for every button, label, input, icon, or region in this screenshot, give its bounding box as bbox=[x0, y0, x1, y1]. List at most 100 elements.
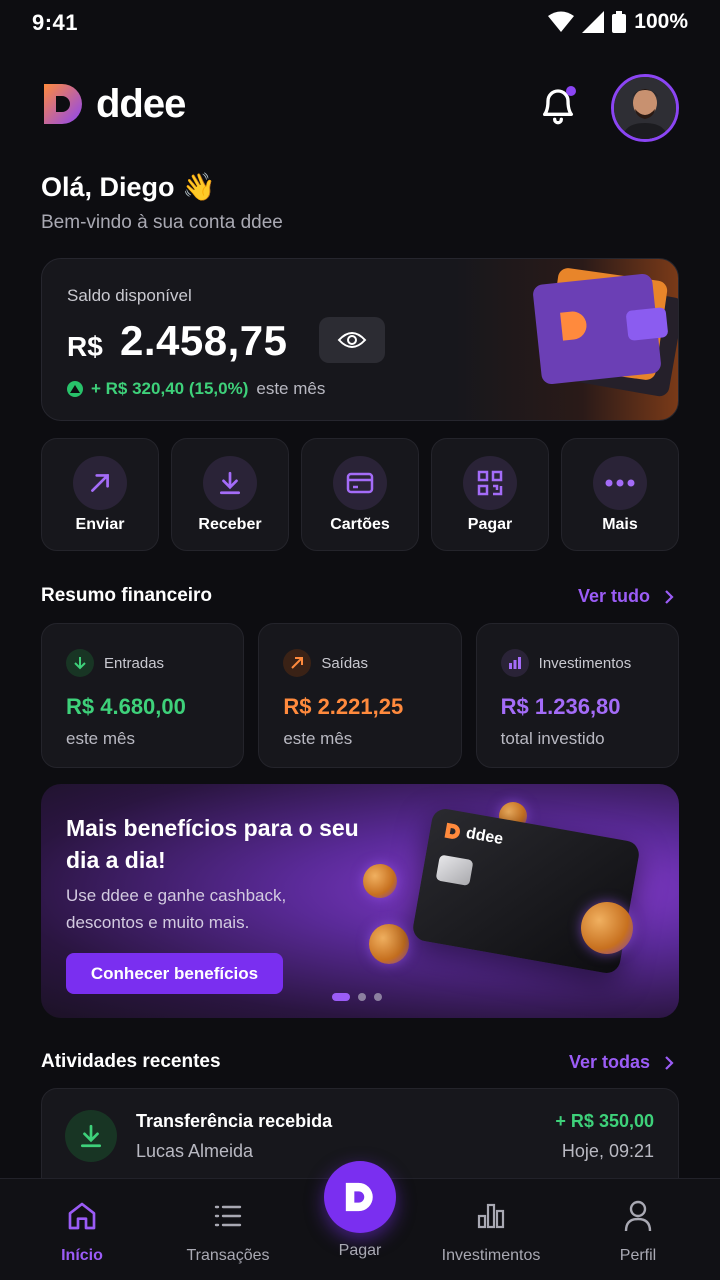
chevron-right-icon bbox=[665, 589, 674, 604]
activity-title: Transferência recebida bbox=[136, 1111, 333, 1131]
action-receive-label: Receber bbox=[198, 516, 262, 533]
ddee-logo-icon bbox=[444, 822, 460, 839]
financial-summary: Entradas R$ 4.680,00 este mês Saídas R$ … bbox=[41, 623, 679, 768]
balance-value: 2.458,75 bbox=[120, 317, 288, 364]
home-icon bbox=[17, 1197, 147, 1235]
status-icons: 100% bbox=[548, 10, 688, 34]
carousel-dots[interactable] bbox=[332, 993, 382, 1001]
eye-icon bbox=[337, 332, 367, 348]
ddee-logo-icon bbox=[44, 84, 82, 124]
summary-expenses-sub: este mês bbox=[283, 729, 353, 748]
balance-change: + R$ 320,40 (15,0%) este mês bbox=[67, 379, 325, 399]
brand-name: ddee bbox=[96, 81, 186, 126]
app-header: ddee bbox=[40, 74, 680, 142]
balance-label: Saldo disponível bbox=[67, 286, 192, 305]
pay-fab-button[interactable] bbox=[324, 1161, 396, 1233]
summary-card-investments[interactable]: Investimentos R$ 1.236,80 total investid… bbox=[475, 623, 679, 768]
summary-see-all-link[interactable]: Ver tudo bbox=[578, 586, 674, 607]
toggle-balance-visibility-button[interactable] bbox=[319, 317, 385, 363]
summary-investments-header: Investimentos bbox=[500, 649, 632, 677]
activity-time: Hoje, 09:21 bbox=[561, 1141, 654, 1161]
send-arrow-icon bbox=[73, 456, 127, 510]
action-send[interactable]: Enviar bbox=[41, 438, 159, 551]
summary-card-expenses[interactable]: Saídas R$ 2.221,25 este mês bbox=[258, 623, 462, 768]
summary-card-income[interactable]: Entradas R$ 4.680,00 este mês bbox=[41, 623, 245, 768]
promo-cta-button[interactable]: Conhecer benefícios bbox=[66, 953, 283, 994]
chart-icon bbox=[426, 1197, 556, 1235]
nav-investments-label: Investimentos bbox=[441, 1247, 541, 1264]
battery-level: 100% bbox=[634, 10, 688, 33]
promo-text: Use ddee e ganhe cashback, descontos e m… bbox=[66, 886, 287, 932]
balance-card: Saldo disponível R$ 2.458,75 + R$ 320,40… bbox=[41, 258, 679, 421]
action-pay[interactable]: Pagar bbox=[431, 438, 549, 551]
greeting-subtitle: Bem-vindo à sua conta ddee bbox=[41, 212, 283, 233]
action-cards-label: Cartões bbox=[330, 516, 390, 533]
activities-title: Atividades recentes bbox=[41, 1051, 221, 1072]
battery-icon bbox=[612, 11, 627, 33]
quick-actions: Enviar Receber Cartões Pagar Mais bbox=[41, 438, 679, 551]
balance-change-value: + R$ 320,40 (15,0%) bbox=[91, 379, 249, 398]
received-download-icon bbox=[65, 1110, 117, 1162]
expense-arrow-icon bbox=[283, 649, 312, 677]
wallet-illustration-icon bbox=[533, 268, 678, 397]
nav-transactions[interactable]: Transações bbox=[163, 1197, 293, 1265]
qr-code-icon bbox=[463, 456, 517, 510]
signal-icon bbox=[582, 11, 605, 33]
coin-icon bbox=[369, 924, 409, 964]
nav-profile-label: Perfil bbox=[619, 1247, 657, 1264]
carousel-dot[interactable] bbox=[374, 993, 382, 1001]
income-arrow-icon bbox=[66, 649, 94, 677]
carousel-dot[interactable] bbox=[358, 993, 366, 1001]
trend-up-icon bbox=[67, 381, 83, 397]
carousel-dot-active[interactable] bbox=[332, 993, 350, 1001]
brand-logo[interactable]: ddee bbox=[40, 80, 186, 128]
nav-pay-label: Pagar bbox=[338, 1242, 382, 1259]
bottom-navigation: Início Transações Pagar Investimentos Pe… bbox=[0, 1161, 720, 1280]
activities-see-all-link[interactable]: Ver todas bbox=[569, 1052, 674, 1073]
action-pay-label: Pagar bbox=[467, 516, 513, 533]
avatar[interactable] bbox=[611, 74, 679, 142]
user-icon bbox=[573, 1197, 703, 1235]
summary-investments-label: Investimentos bbox=[538, 654, 632, 672]
nav-investments[interactable]: Investimentos bbox=[426, 1197, 556, 1265]
balance-change-period: este mês bbox=[256, 379, 326, 398]
more-dots-icon bbox=[593, 456, 647, 510]
status-bar: 9:41 100% bbox=[0, 0, 720, 48]
nav-home[interactable]: Início bbox=[17, 1197, 147, 1265]
promo-card-brand: ddee bbox=[443, 821, 504, 849]
activity-amount: + R$ 350,00 bbox=[555, 1111, 654, 1131]
action-receive[interactable]: Receber bbox=[171, 438, 289, 551]
balance-currency: R$ bbox=[67, 331, 103, 362]
chevron-right-icon bbox=[665, 1055, 674, 1070]
coin-icon bbox=[581, 902, 633, 954]
card-chip-icon bbox=[435, 854, 474, 887]
nav-transactions-label: Transações bbox=[186, 1247, 270, 1264]
download-icon bbox=[203, 456, 257, 510]
nav-home-label: Início bbox=[61, 1247, 103, 1264]
pay-logo-icon bbox=[345, 1182, 373, 1212]
list-icon bbox=[163, 1197, 293, 1235]
coin-icon bbox=[363, 864, 397, 898]
action-send-label: Enviar bbox=[75, 516, 125, 533]
summary-income-header: Entradas bbox=[66, 649, 164, 677]
promo-banner[interactable]: Mais benefícios para o seu dia a dia! Us… bbox=[41, 784, 679, 1018]
investment-chart-icon bbox=[500, 649, 529, 677]
avatar-portrait-icon bbox=[614, 77, 676, 139]
action-more[interactable]: Mais bbox=[561, 438, 679, 551]
action-more-label: Mais bbox=[602, 516, 638, 533]
wifi-icon bbox=[548, 11, 575, 32]
summary-expenses-label: Saídas bbox=[321, 654, 369, 672]
greeting-title: Olá, Diego 👋 bbox=[41, 172, 216, 202]
notification-dot bbox=[566, 86, 576, 96]
status-time: 9:41 bbox=[32, 10, 79, 35]
activities-see-all-label: Ver todas bbox=[568, 1052, 650, 1072]
nav-profile[interactable]: Perfil bbox=[573, 1197, 703, 1265]
summary-income-label: Entradas bbox=[104, 654, 165, 672]
summary-investments-sub: total investido bbox=[500, 729, 605, 748]
summary-income-sub: este mês bbox=[66, 729, 135, 748]
action-cards[interactable]: Cartões bbox=[301, 438, 419, 551]
summary-see-all-label: Ver tudo bbox=[577, 586, 650, 606]
summary-expenses-value: R$ 2.221,25 bbox=[283, 694, 404, 719]
summary-income-value: R$ 4.680,00 bbox=[66, 694, 186, 719]
promo-title: Mais benefícios para o seu dia a dia! bbox=[66, 815, 359, 873]
